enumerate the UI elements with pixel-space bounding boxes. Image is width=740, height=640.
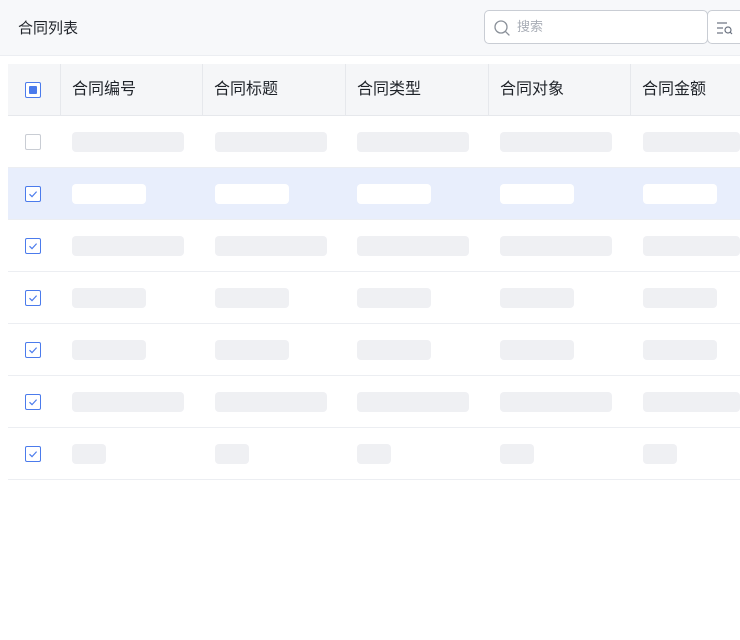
skeleton-cell-contract_no: [72, 340, 146, 360]
indeterminate-mark-icon: [29, 86, 37, 94]
column-header-label: 合同类型: [357, 79, 422, 98]
row-checkbox[interactable]: [25, 446, 41, 462]
column-header-label: 合同金额: [642, 79, 707, 98]
row-checkbox[interactable]: [25, 238, 41, 254]
skeleton-cell-contract_amount: [643, 392, 740, 412]
column-header-label: 合同编号: [72, 79, 137, 98]
select-all-checkbox[interactable]: [25, 82, 41, 98]
checkmark-icon: [29, 399, 38, 406]
skeleton-cell-contract_party: [500, 392, 612, 412]
table-row[interactable]: [8, 272, 740, 324]
column-header-contract-party[interactable]: 合同对象: [489, 64, 631, 115]
checkmark-icon: [29, 191, 38, 198]
skeleton-cell-contract_party: [500, 444, 534, 464]
column-header-contract-type[interactable]: 合同类型: [346, 64, 489, 115]
skeleton-cell-contract_no: [72, 184, 146, 204]
row-checkbox[interactable]: [25, 394, 41, 410]
skeleton-cell-contract_no: [72, 444, 106, 464]
skeleton-cell-contract_party: [500, 132, 612, 152]
skeleton-cell-contract_type: [357, 184, 431, 204]
column-header-label: 合同标题: [214, 79, 279, 98]
skeleton-cell-contract_no: [72, 132, 184, 152]
skeleton-cell-contract_no: [72, 288, 146, 308]
contract-table: 合同编号 合同标题 合同类型 合同对象 合同金额: [8, 64, 740, 480]
skeleton-cell-contract_amount: [643, 288, 717, 308]
checkmark-icon: [29, 243, 38, 250]
table-row[interactable]: [8, 324, 740, 376]
skeleton-cell-contract_title: [215, 340, 289, 360]
search-input[interactable]: [517, 16, 697, 38]
table-row[interactable]: [8, 376, 740, 428]
page-header: 合同列表: [0, 0, 740, 56]
skeleton-cell-contract_amount: [643, 444, 677, 464]
skeleton-cell-contract_amount: [643, 184, 717, 204]
table-body: [8, 116, 740, 480]
skeleton-cell-contract_type: [357, 288, 431, 308]
search-icon: [494, 20, 510, 36]
skeleton-cell-contract_type: [357, 132, 469, 152]
checkmark-icon: [29, 295, 38, 302]
skeleton-cell-contract_party: [500, 236, 612, 256]
row-checkbox[interactable]: [25, 134, 41, 150]
skeleton-cell-contract_title: [215, 184, 289, 204]
table-row[interactable]: [8, 116, 740, 168]
page-title: 合同列表: [18, 19, 79, 37]
skeleton-cell-contract_title: [215, 288, 289, 308]
table-header: 合同编号 合同标题 合同类型 合同对象 合同金额: [8, 64, 740, 116]
row-checkbox[interactable]: [25, 342, 41, 358]
row-checkbox[interactable]: [25, 290, 41, 306]
skeleton-cell-contract_party: [500, 288, 574, 308]
row-checkbox[interactable]: [25, 186, 41, 202]
column-header-contract-amount[interactable]: 合同金额: [631, 64, 740, 115]
search-box[interactable]: [484, 10, 708, 44]
skeleton-cell-contract_type: [357, 392, 469, 412]
skeleton-cell-contract_type: [357, 236, 469, 256]
select-column-header: [8, 64, 61, 115]
table-row[interactable]: [8, 428, 740, 480]
skeleton-cell-contract_title: [215, 236, 327, 256]
table-row[interactable]: [8, 220, 740, 272]
skeleton-cell-contract_party: [500, 184, 574, 204]
skeleton-cell-contract_amount: [643, 340, 717, 360]
filter-search-icon: [717, 22, 733, 35]
skeleton-cell-contract_no: [72, 392, 184, 412]
skeleton-cell-contract_party: [500, 340, 574, 360]
column-header-contract-no[interactable]: 合同编号: [61, 64, 203, 115]
skeleton-cell-contract_type: [357, 340, 431, 360]
column-header-contract-title[interactable]: 合同标题: [203, 64, 346, 115]
skeleton-cell-contract_title: [215, 444, 249, 464]
skeleton-cell-contract_title: [215, 132, 327, 152]
skeleton-cell-contract_amount: [643, 132, 740, 152]
skeleton-cell-contract_type: [357, 444, 391, 464]
checkmark-icon: [29, 451, 38, 458]
skeleton-cell-contract_no: [72, 236, 184, 256]
skeleton-cell-contract_amount: [643, 236, 740, 256]
checkmark-icon: [29, 347, 38, 354]
skeleton-cell-contract_title: [215, 392, 327, 412]
filter-button[interactable]: [707, 10, 740, 44]
table-row[interactable]: [8, 168, 740, 220]
column-header-label: 合同对象: [500, 79, 565, 98]
